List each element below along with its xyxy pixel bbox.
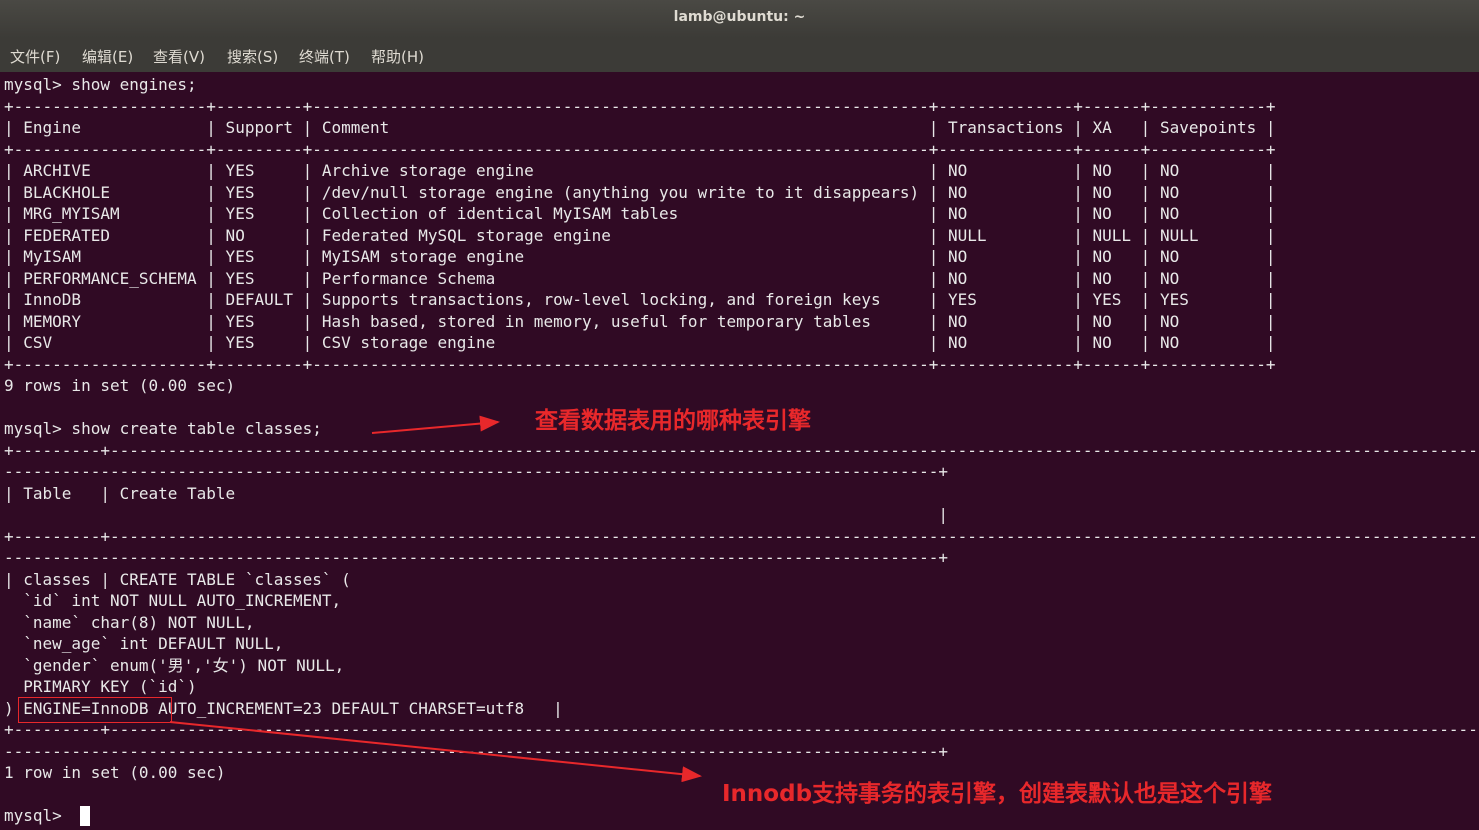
arrow-to-innodb-note: [169, 721, 702, 783]
arrow-to-query-note: [371, 415, 500, 434]
annotation-arrows: [169, 415, 702, 783]
